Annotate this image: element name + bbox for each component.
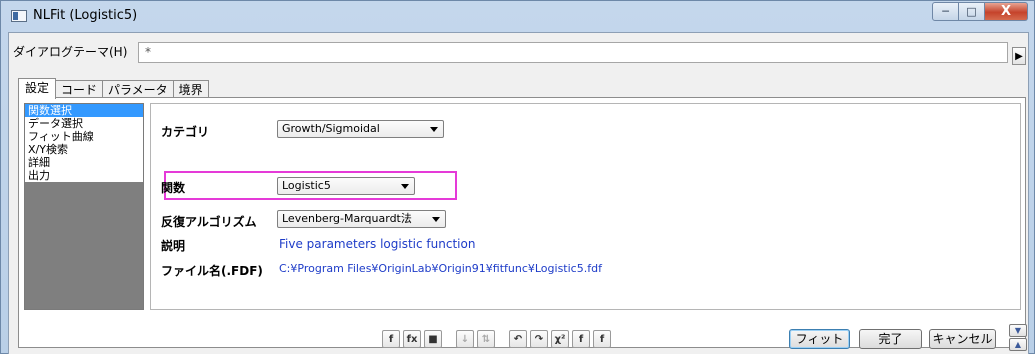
expand-up-icon[interactable]: ▲ [1009, 338, 1027, 351]
fit-button[interactable]: フィット [789, 329, 850, 349]
description-label: 説明 [161, 239, 186, 253]
fit-until-converged-icon[interactable]: f [593, 330, 611, 348]
theme-label: ダイアログテーマ(H) [13, 44, 128, 59]
chevron-down-icon [430, 127, 438, 132]
category-select[interactable]: Growth/Sigmoidal [277, 120, 444, 138]
theme-row: ダイアログテーマ(H) [13, 41, 127, 61]
category-label: カテゴリ [161, 125, 210, 139]
window-controls: ─ □ X [932, 2, 1028, 21]
filename-label: ファイル名(.FDF) [161, 264, 263, 278]
fit-formula-icon[interactable]: f [382, 330, 400, 348]
app-icon [11, 10, 27, 22]
dialog-client-area: ダイアログテーマ(H) * ▶ 設定 コード パラメータ 境界 関数選択 データ… [8, 32, 1029, 354]
tree-item-advanced[interactable]: 詳細 [25, 156, 143, 169]
algorithm-label: 反復アルゴリズム [161, 215, 257, 229]
sort-up-icon: ⇅ [477, 330, 495, 348]
maximize-button[interactable]: □ [959, 2, 985, 21]
theme-input[interactable]: * [138, 42, 1008, 63]
collapse-down-icon[interactable]: ▼ [1009, 324, 1027, 337]
tree-item-fitted-curves[interactable]: フィット曲線 [25, 130, 143, 143]
tree-item-data-select[interactable]: データ選択 [25, 117, 143, 130]
fit-toolbar: f fx ■ ↓ ⇅ ↶ ↷ χ² f f [382, 330, 614, 348]
tree-item-output[interactable]: 出力 [25, 169, 143, 182]
algorithm-select[interactable]: Levenberg-Marquardt法 [277, 210, 446, 228]
function-browser-icon[interactable]: fx [403, 330, 421, 348]
nlfit-dialog-window: NLFit (Logistic5) ─ □ X ダイアログテーマ(H) * ▶ … [0, 0, 1035, 354]
one-iteration-icon[interactable]: f [572, 330, 590, 348]
description-value: Five parameters logistic function [279, 237, 476, 251]
tab-strip: 設定 コード パラメータ 境界 [18, 78, 209, 99]
tree-item-xy-find[interactable]: X/Y検索 [25, 143, 143, 156]
init-icon[interactable]: ↶ [509, 330, 527, 348]
chevron-down-icon [432, 217, 440, 222]
reset-icon[interactable]: ↷ [530, 330, 548, 348]
minimize-button[interactable]: ─ [932, 2, 959, 21]
panel-toggle: ▼ ▲ [1009, 324, 1029, 352]
filename-value: C:¥Program Files¥OriginLab¥Origin91¥fitf… [279, 262, 602, 275]
settings-tree: 関数選択 データ選択 フィット曲線 X/Y検索 詳細 出力 [24, 103, 144, 310]
function-value: Logistic5 [282, 179, 331, 192]
category-value: Growth/Sigmoidal [282, 122, 380, 135]
settings-panel: 関数選択 データ選択 フィット曲線 X/Y検索 詳細 出力 カテゴリ Growt… [18, 97, 1026, 348]
function-select[interactable]: Logistic5 [277, 177, 415, 195]
window-title: NLFit (Logistic5) [33, 8, 138, 23]
sort-down-icon: ↓ [456, 330, 474, 348]
function-selection-form: カテゴリ Growth/Sigmoidal 関数 Logistic5 反復アルゴ… [150, 103, 1021, 310]
save-icon[interactable]: ■ [424, 330, 442, 348]
done-button[interactable]: 完了 [859, 329, 922, 349]
function-label: 関数 [161, 181, 186, 195]
cancel-button[interactable]: キャンセル [929, 329, 996, 349]
algorithm-value: Levenberg-Marquardt法 [282, 212, 412, 225]
title-bar[interactable]: NLFit (Logistic5) ─ □ X [1, 1, 1034, 31]
tab-settings[interactable]: 設定 [18, 78, 57, 99]
theme-menu-arrow-icon[interactable]: ▶ [1012, 47, 1026, 65]
chevron-down-icon [401, 184, 409, 189]
close-button[interactable]: X [985, 2, 1028, 21]
chi-square-icon[interactable]: χ² [551, 330, 569, 348]
tree-item-function-select[interactable]: 関数選択 [25, 104, 143, 117]
